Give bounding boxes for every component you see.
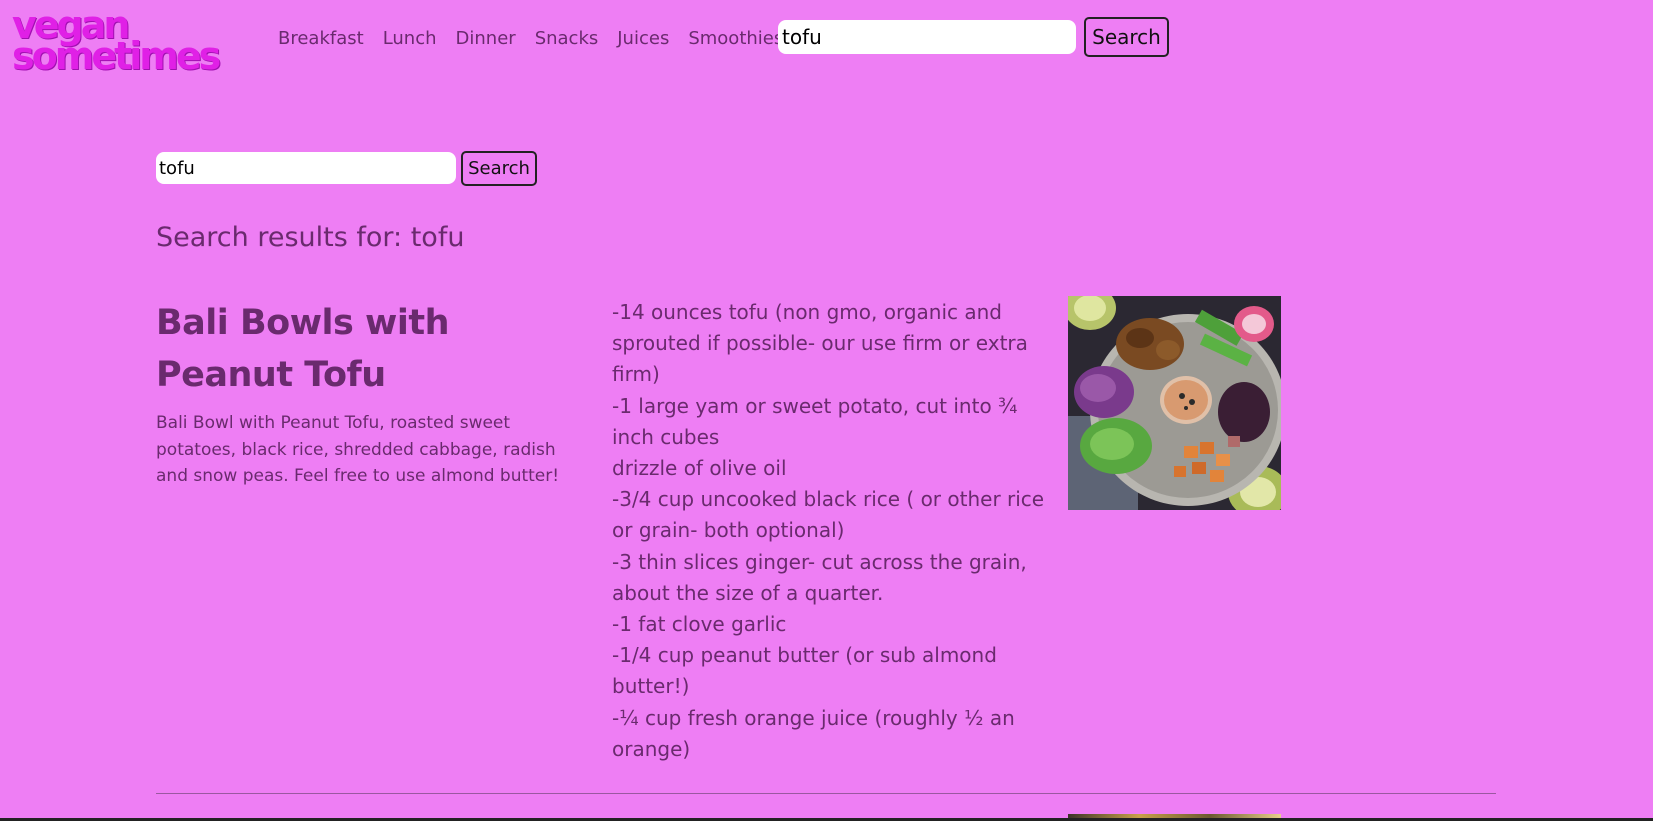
nav-smoothies[interactable]: Smoothies [688,28,783,49]
recipe-description: Bali Bowl with Peanut Tofu, roasted swee… [156,413,560,486]
nav-lunch[interactable]: Lunch [383,28,437,49]
result-divider [156,793,1496,794]
ingredient-item: -3/4 cup uncooked black rice ( or other … [612,487,1045,543]
ingredient-item: -14 ounces tofu (non gmo, organic and sp… [612,300,1028,387]
header-search-button[interactable]: Search [1084,17,1169,57]
recipe-title-link[interactable]: Bali Bowls with Peanut Tofu [156,297,566,401]
nav-breakfast[interactable]: Breakfast [278,28,364,49]
ingredient-item: -1/4 cup peanut butter (or sub almond bu… [612,643,997,699]
site-header: vegan sometimes Breakfast Lunch Dinner S… [0,0,1653,90]
results-heading: Search results for: tofu [156,222,465,253]
ingredient-item: -1 large yam or sweet potato, cut into ¾… [612,393,1018,449]
nav-snacks[interactable]: Snacks [535,28,599,49]
recipe-photo[interactable] [1068,296,1281,510]
search-button[interactable]: Search [461,151,537,186]
nav-juices[interactable]: Juices [617,28,669,49]
logo-line-2: sometimes [12,34,221,78]
ingredient-item: -1 fat clove garlic [612,612,787,637]
nav-dinner[interactable]: Dinner [456,28,516,49]
ingredient-list: -14 ounces tofu (non gmo, organic and sp… [612,297,1052,765]
ingredient-item: -3 thin slices ginger- cut across the gr… [612,549,1027,605]
ingredient-item: -¼ cup fresh orange juice (roughly ½ an … [612,705,1015,761]
search-input[interactable] [156,152,456,184]
header-search-input[interactable] [778,20,1076,54]
site-logo[interactable]: vegan sometimes [12,6,252,78]
ingredient-item: drizzle of olive oil [612,456,787,481]
main-nav: Breakfast Lunch Dinner Snacks Juices Smo… [278,28,802,49]
